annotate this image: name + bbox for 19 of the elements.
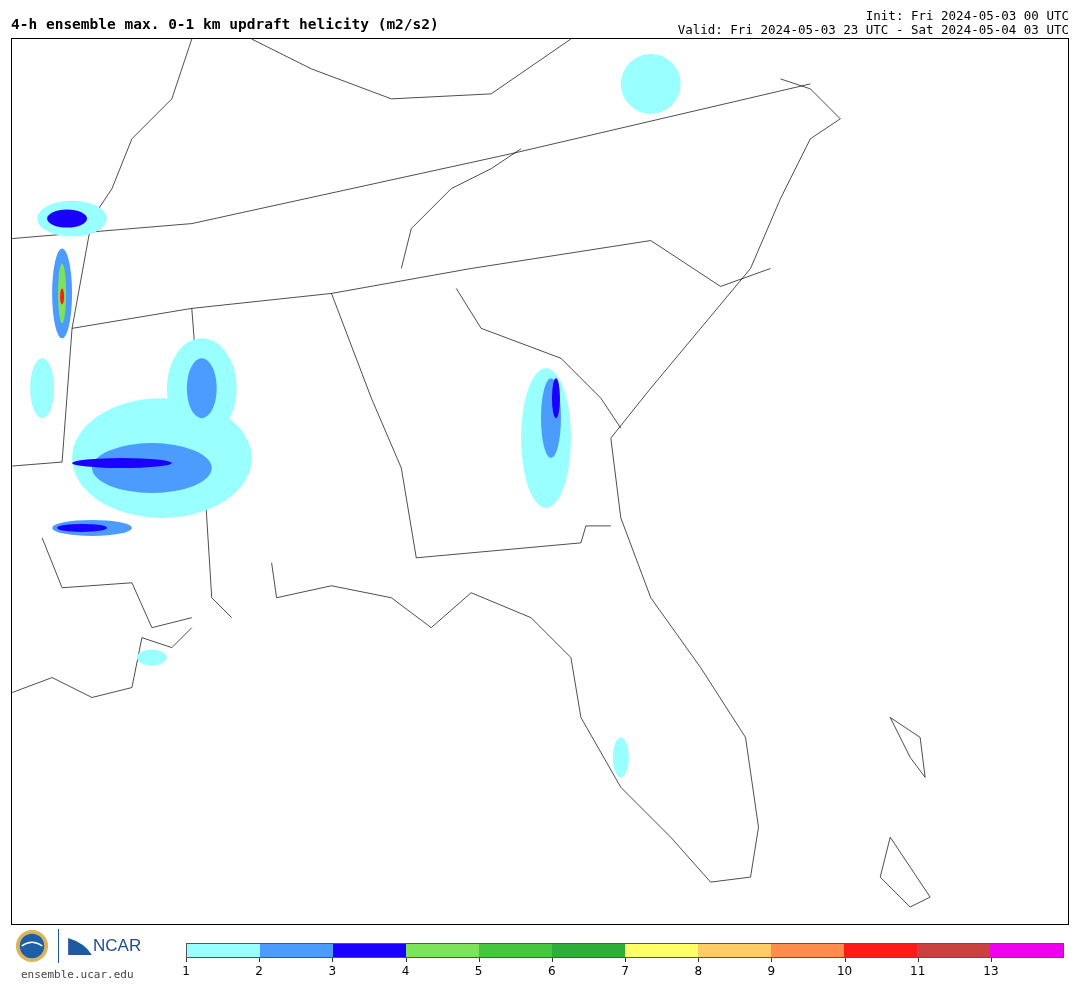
tick-label: 3 (328, 964, 337, 978)
logo-text: NCAR (93, 936, 142, 956)
tick-label: 8 (694, 964, 702, 978)
tick-label: 10 (836, 964, 853, 978)
tick-label: 5 (474, 964, 483, 978)
seal-logo-icon (15, 929, 49, 963)
tick-label: 6 (548, 964, 556, 978)
tick-label: 11 (910, 964, 926, 978)
tick-label: 13 (983, 964, 999, 978)
valid-time: Valid: Fri 2024-05-03 23 UTC - Sat 2024-05-04 03 UTC (677, 23, 1069, 37)
tick-label: 2 (255, 964, 263, 978)
tick-label: 1 (182, 964, 190, 978)
swoosh-logo-icon (68, 937, 92, 955)
tick-label: 9 (767, 964, 776, 978)
init-time: Init: Fri 2024-05-03 00 UTC (864, 9, 1069, 23)
website-link[interactable]: ensemble.ucar.edu (21, 968, 134, 981)
map-title: 4-h ensemble max. 0-1 km updraft helicity (m2/s2) (11, 16, 439, 34)
tick-label: 4 (401, 964, 410, 978)
tick-label: 7 (621, 964, 629, 978)
